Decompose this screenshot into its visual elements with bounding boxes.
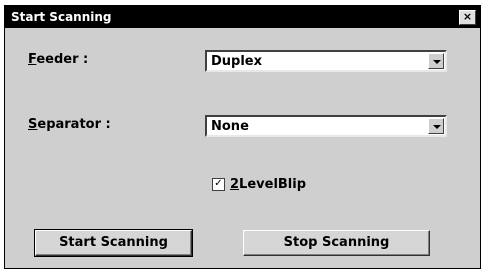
feeder-dropdown[interactable]: Duplex <box>205 50 447 72</box>
separator-label-text: eparator : <box>37 117 111 132</box>
start-scanning-dialog: Start Scanning × Feeder : Duplex Separat… <box>4 5 481 269</box>
chevron-down-icon[interactable] <box>428 118 444 134</box>
checkbox-box[interactable]: ✓ <box>212 178 225 191</box>
separator-label-accelerator: S <box>28 117 38 132</box>
feeder-dropdown-value: Duplex <box>211 54 263 69</box>
stop-scanning-button[interactable]: Stop Scanning <box>243 230 430 256</box>
window-title: Start Scanning <box>11 10 112 24</box>
feeder-label: Feeder : <box>28 52 88 67</box>
chevron-down-icon[interactable] <box>428 53 444 69</box>
close-icon[interactable]: × <box>459 10 476 25</box>
checkbox-label[interactable]: 2LevelBlip <box>230 177 306 192</box>
separator-label: Separator : <box>28 117 111 132</box>
separator-dropdown[interactable]: None <box>205 115 447 137</box>
checkbox-label-accelerator: 2 <box>230 177 240 192</box>
separator-dropdown-value: None <box>211 119 249 134</box>
title-bar[interactable]: Start Scanning × <box>5 6 480 28</box>
checkbox-label-text: LevelBlip <box>239 177 307 192</box>
start-scanning-button[interactable]: Start Scanning <box>34 229 193 257</box>
feeder-label-text: eeder : <box>36 52 89 67</box>
